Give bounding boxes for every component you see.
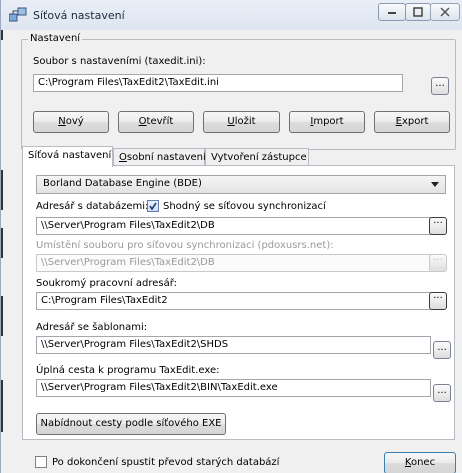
db-dir-field[interactable]: \\Server\Program Files\TaxEdit2\DB xyxy=(36,217,431,235)
minimize-icon xyxy=(388,12,396,14)
templates-dir-browse-button[interactable]: ... xyxy=(433,341,451,359)
new-button-label: ový xyxy=(65,116,84,127)
maximize-icon xyxy=(413,7,423,17)
program-path-browse-button[interactable]: ... xyxy=(433,384,451,402)
settings-file-field[interactable]: C:\Program Files\TaxEdit2\TaxEdit.ini xyxy=(33,74,403,92)
tab-personal-settings-accel: O xyxy=(119,152,127,163)
open-button-accel: O xyxy=(138,116,147,127)
same-as-sync-label[interactable]: Shodný se síťovou synchronizací xyxy=(163,201,326,212)
tab-personal-settings[interactable]: Osobní nastavení xyxy=(113,148,206,166)
window-edge xyxy=(1,30,3,40)
program-path-label: Úplná cesta k programu TaxEdit.exe: xyxy=(36,365,220,376)
new-button[interactable]: Nový xyxy=(33,111,109,133)
window-edge xyxy=(1,380,3,432)
program-path-field[interactable]: \\Server\Program Files\TaxEdit2\BIN\TaxE… xyxy=(36,379,431,397)
settings-file-browse-button[interactable]: ... xyxy=(431,77,449,95)
save-button-label: ložit xyxy=(234,116,256,127)
settings-window: Síťová nastavení Nastavení Soubor s nast… xyxy=(0,0,462,473)
export-button[interactable]: Export xyxy=(374,111,450,133)
templates-dir-label: Adresář se šablonami: xyxy=(36,322,148,333)
db-dir-label: Adresář s databázemi: xyxy=(36,201,149,212)
database-engine-value: Borland Database Engine (BDE) xyxy=(43,178,202,189)
tab-create-shortcut[interactable]: Vytvoření zástupce xyxy=(205,148,309,166)
settings-group-title: Nastavení xyxy=(28,33,83,44)
end-button-label: onec xyxy=(410,457,436,468)
chevron-down-icon xyxy=(431,182,439,187)
checkmark-icon xyxy=(149,202,157,211)
database-engine-select[interactable]: Borland Database Engine (BDE) xyxy=(36,175,446,194)
convert-databases-label[interactable]: Po dokončení spustit převod starých data… xyxy=(52,457,279,468)
private-dir-field[interactable]: C:\Program Files\TaxEdit2 xyxy=(36,292,431,310)
import-button-label: mport xyxy=(313,116,344,127)
db-dir-browse-button[interactable]: ··· xyxy=(429,217,447,235)
close-icon xyxy=(440,7,450,17)
save-button[interactable]: Uložit xyxy=(203,111,280,133)
network-settings-icon xyxy=(8,7,27,23)
settings-file-label: Soubor s nastaveními (taxedit.ini): xyxy=(33,56,206,67)
same-as-sync-checkbox[interactable] xyxy=(147,200,159,212)
tab-personal-settings-label: sobní nastavení xyxy=(126,152,206,163)
maximize-button[interactable] xyxy=(405,3,431,21)
convert-databases-checkbox[interactable] xyxy=(35,456,47,468)
network-settings-panel: Borland Database Engine (BDE) Adresář s … xyxy=(22,165,455,440)
sync-file-field: \\Server\Program Files\TaxEdit2\DB xyxy=(36,254,431,272)
open-button-label: tevřít xyxy=(146,116,174,127)
export-button-label: xport xyxy=(401,116,429,127)
settings-group: Nastavení Soubor s nastaveními (taxedit.… xyxy=(21,33,456,150)
window-edge xyxy=(1,228,3,258)
templates-dir-field[interactable]: \\Server\Program Files\TaxEdit2\SHDS xyxy=(36,336,431,354)
window-edge xyxy=(1,296,3,336)
offer-paths-button[interactable]: Nabídnout cesty podle síťového EXE xyxy=(36,413,226,435)
save-button-accel: U xyxy=(227,116,235,127)
minimize-button[interactable] xyxy=(378,3,406,21)
end-button[interactable]: Konec xyxy=(384,452,456,473)
import-button[interactable]: Import xyxy=(289,111,365,133)
sync-file-browse-button: ··· xyxy=(429,254,447,272)
sync-file-label: Umístění souboru pro síťovou synchroniza… xyxy=(36,240,334,251)
private-dir-browse-button[interactable]: ··· xyxy=(429,292,447,310)
title-bar[interactable]: Síťová nastavení xyxy=(1,0,462,30)
tab-network-settings[interactable]: Síťová nastavení xyxy=(22,146,113,167)
window-title: Síťová nastavení xyxy=(33,9,125,22)
open-button[interactable]: Otevřít xyxy=(118,111,194,133)
private-dir-label: Soukromý pracovní adresář: xyxy=(36,278,178,289)
window-edge xyxy=(1,170,3,210)
close-button[interactable] xyxy=(430,3,460,21)
new-button-accel: N xyxy=(58,116,66,127)
